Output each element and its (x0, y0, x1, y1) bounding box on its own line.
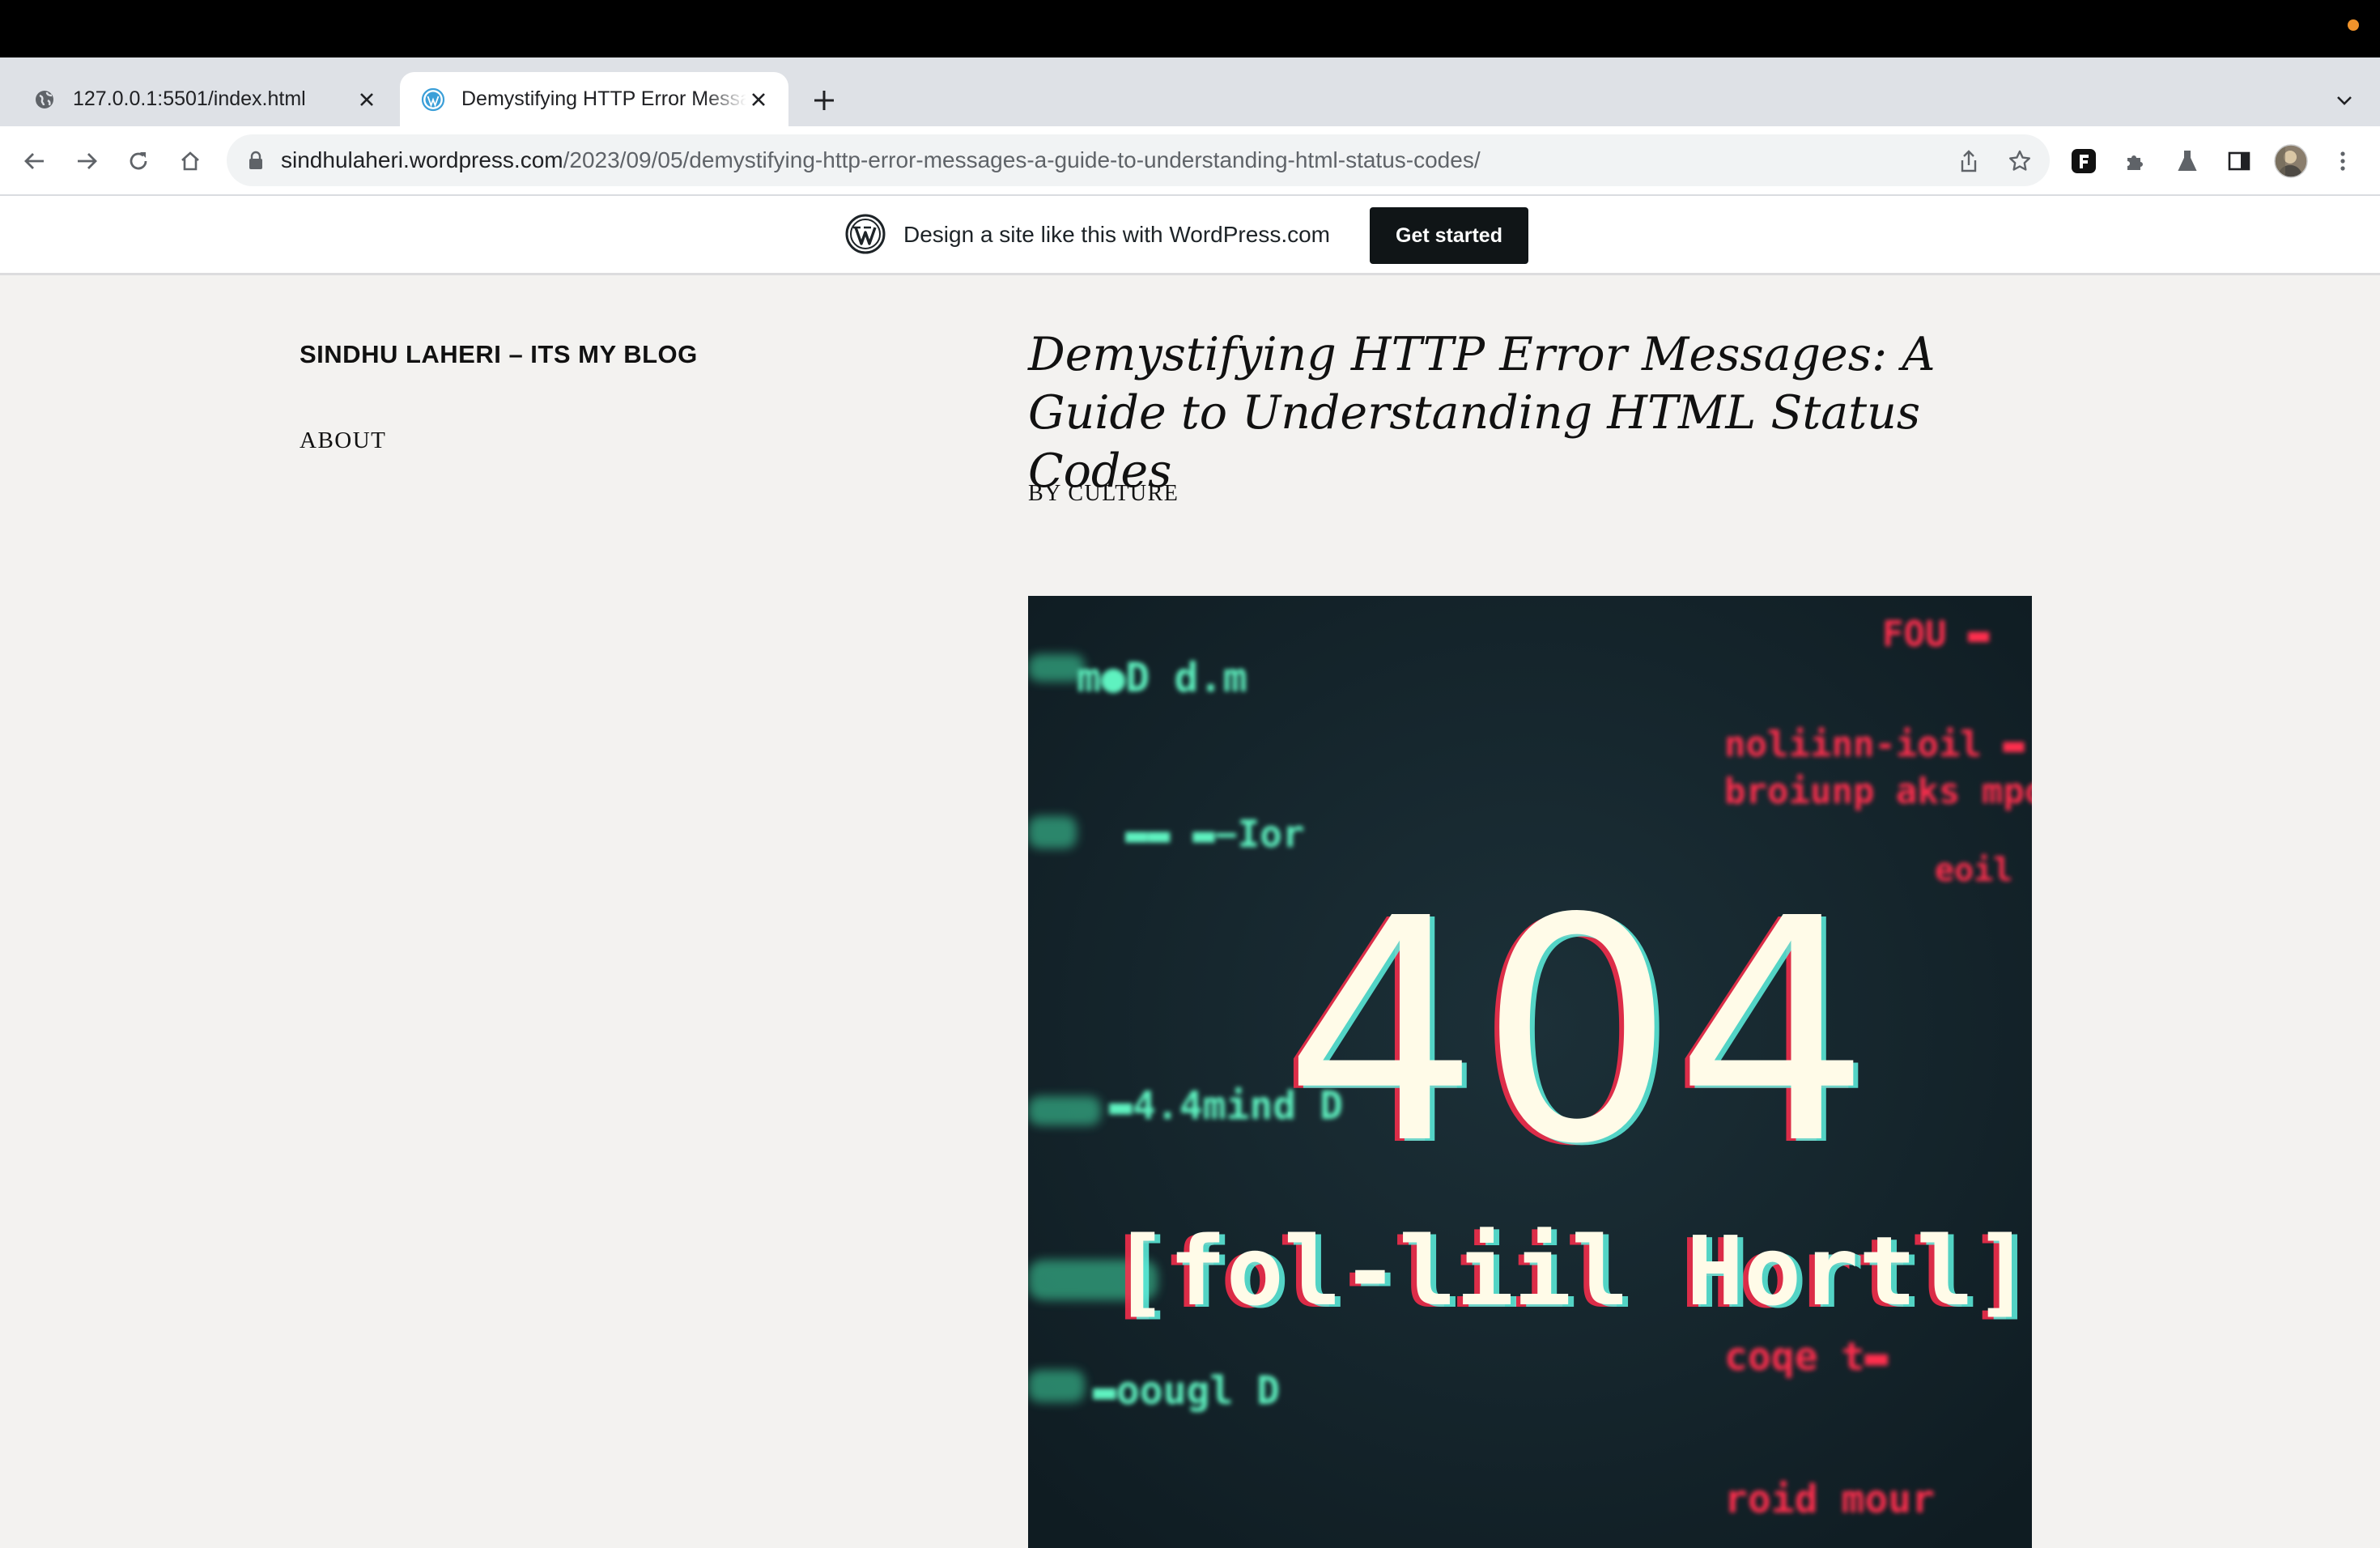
kebab-menu-icon[interactable] (2325, 143, 2361, 179)
glitch-label-red: FOU ▬ (1882, 614, 1990, 655)
system-menu-bar (0, 0, 2380, 57)
glitch-label-red: eoil (1935, 852, 2012, 889)
error-subtext: [fol-liil Hortl] (1111, 1215, 2032, 1327)
globe-icon (32, 87, 57, 112)
url-host: sindhulaheri.wordpress.com (281, 147, 563, 172)
tab-title: Demystifying HTTP Error Messages: A Guid… (461, 87, 746, 110)
post-byline[interactable]: BY CULTURE (1028, 481, 1179, 507)
tab-localhost[interactable]: 127.0.0.1:5501/index.html (11, 72, 397, 126)
glitch-label-green: ▬oougl D (1093, 1368, 1280, 1414)
profile-avatar[interactable] (2273, 143, 2309, 179)
new-tab-icon[interactable] (808, 84, 840, 117)
error-code-404: 404 (1283, 853, 1870, 1211)
close-tab-icon[interactable] (746, 87, 771, 112)
tab-search-chevron-icon[interactable] (2328, 84, 2361, 117)
url-path: /2023/09/05/demystifying-http-error-mess… (563, 147, 1481, 172)
url-text[interactable]: sindhulaheri.wordpress.com/2023/09/05/de… (281, 146, 1481, 175)
labs-flask-icon[interactable] (2170, 143, 2205, 179)
bookmark-star-icon[interactable] (2002, 143, 2038, 179)
get-started-button[interactable]: Get started (1370, 207, 1528, 264)
glitch-label-green: ▬▬ ▬−Ior (1125, 812, 1305, 856)
featured-image: m●D d.m ▬▬ ▬−Ior ▬4.4mind D ▬oougl D FOU… (1028, 596, 2032, 1548)
recording-indicator (2348, 19, 2359, 31)
reload-icon[interactable] (121, 143, 156, 179)
forward-icon[interactable] (69, 143, 104, 179)
glitch-label-red: coqe t▬ (1724, 1334, 1888, 1380)
post-title: Demystifying HTTP Error Messages: A Guid… (1028, 328, 1936, 498)
wordpress-logo-icon[interactable] (845, 214, 886, 254)
back-icon[interactable] (17, 143, 53, 179)
glitch-label-red: noliinn-ioil ▬ (1724, 724, 2025, 765)
tab-wordpress-post[interactable]: Demystifying HTTP Error Messages: A Guid… (400, 72, 788, 126)
lock-icon[interactable] (244, 149, 267, 172)
tab-title: 127.0.0.1:5501/index.html (73, 87, 306, 110)
wordpress-icon (421, 87, 445, 112)
site-title[interactable]: SINDHU LAHERI – ITS MY BLOG (300, 340, 698, 369)
glitch-label-red: roid mour (1724, 1477, 1935, 1522)
share-icon[interactable] (1951, 143, 1987, 179)
banner-text: Design a site like this with WordPress.c… (903, 222, 1330, 247)
extension-f-icon[interactable] (2066, 143, 2102, 179)
extensions-puzzle-icon[interactable] (2118, 143, 2153, 179)
tab-strip: 127.0.0.1:5501/index.html Demystifying H… (0, 57, 2380, 126)
nav-item-about[interactable]: ABOUT (300, 427, 386, 454)
glitch-label-red: broiunp aks mpo (1724, 771, 2032, 812)
close-tab-icon[interactable] (355, 87, 379, 112)
home-icon[interactable] (172, 143, 208, 179)
glitch-label-green: m●D d.m (1077, 654, 1247, 701)
side-panel-icon[interactable] (2221, 143, 2257, 179)
